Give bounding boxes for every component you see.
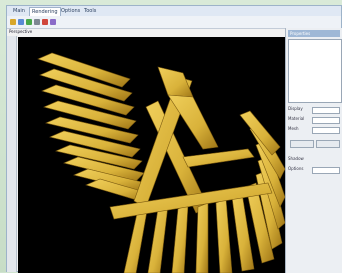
properties-panel: Properties Display Material Mesh Shadow …: [285, 28, 342, 273]
play-icon[interactable]: [26, 19, 32, 25]
object-list[interactable]: [288, 39, 342, 103]
3d-viewport[interactable]: [18, 37, 285, 273]
menu-tab-tools[interactable]: Tools: [82, 7, 98, 15]
settings-icon[interactable]: [34, 19, 40, 25]
save-icon[interactable]: [18, 19, 24, 25]
display-field[interactable]: [312, 107, 340, 114]
application-window: Main Rendering Options Tools Perspective: [6, 5, 342, 273]
row-shadow: Shadow: [288, 156, 304, 161]
apply-button[interactable]: [290, 140, 314, 148]
row-options: Options: [288, 166, 304, 171]
app-frame: Main Rendering Options Tools Perspective: [0, 0, 342, 273]
3d-model-render: [37, 52, 285, 273]
stop-icon[interactable]: [42, 19, 48, 25]
menu-tab-main[interactable]: Main: [11, 7, 27, 15]
reset-button[interactable]: [316, 140, 340, 148]
open-icon[interactable]: [10, 19, 16, 25]
mesh-field[interactable]: [312, 127, 340, 134]
menu-tab-options[interactable]: Options: [59, 7, 82, 15]
panel-title: Properties: [288, 30, 340, 37]
left-side-strip[interactable]: [7, 36, 17, 272]
options-field[interactable]: [312, 167, 340, 174]
row-display: Display: [288, 106, 303, 111]
row-material: Material: [288, 116, 305, 121]
view-icon[interactable]: [50, 19, 56, 25]
menu-tab-rendering[interactable]: Rendering: [29, 7, 61, 16]
viewport-label: Perspective: [9, 29, 33, 34]
row-mesh: Mesh: [288, 126, 299, 131]
fan-ribs-left: [37, 52, 149, 202]
material-field[interactable]: [312, 117, 340, 124]
